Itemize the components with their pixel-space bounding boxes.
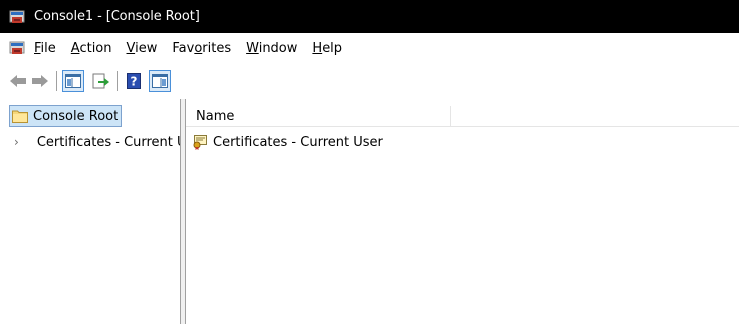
- mmc-console-icon: [9, 10, 25, 23]
- mmc-console-icon[interactable]: [9, 40, 25, 56]
- certificates-snapin-icon: [193, 135, 207, 150]
- export-list-button[interactable]: [90, 70, 112, 92]
- list-item[interactable]: Certificates - Current User: [192, 133, 383, 151]
- menu-favorites[interactable]: Favorites: [169, 41, 234, 56]
- title-bar[interactable]: Console1 - [Console Root]: [0, 0, 739, 33]
- toolbar-separator: [117, 70, 118, 91]
- show-hide-action-pane-button[interactable]: [149, 69, 171, 92]
- column-header-name[interactable]: Name: [186, 106, 451, 126]
- tree-item-label: Certificates - Current User: [36, 134, 180, 150]
- main-area: Console Root › Certificates - Current Us…: [0, 99, 739, 324]
- help-button[interactable]: ?: [123, 70, 145, 92]
- back-button[interactable]: [7, 70, 29, 92]
- mmc-window: Console1 - [Console Root] File Action Vi…: [0, 0, 739, 324]
- toolbar-separator: [56, 70, 57, 91]
- toolbar: ?: [0, 63, 739, 98]
- show-hide-console-tree-icon: [65, 73, 81, 88]
- menu-view[interactable]: View: [124, 41, 161, 56]
- chevron-right-icon[interactable]: ›: [14, 135, 19, 149]
- tree-item-label: Console Root: [33, 108, 119, 124]
- help-icon: ?: [127, 72, 141, 89]
- forward-arrow-icon: [32, 74, 48, 87]
- back-arrow-icon: [10, 74, 26, 87]
- menu-help[interactable]: Help: [309, 41, 345, 56]
- tree-item-console-root[interactable]: Console Root: [9, 105, 123, 127]
- forward-button[interactable]: [29, 70, 51, 92]
- show-hide-action-pane-icon: [152, 73, 168, 88]
- details-list-pane: Name Certificates - Current User: [186, 99, 739, 324]
- window-title: Console1 - [Console Root]: [34, 9, 200, 24]
- console-tree-pane: Console Root › Certificates - Current Us…: [0, 99, 180, 324]
- export-list-icon: [92, 73, 109, 88]
- menu-window[interactable]: Window: [243, 41, 300, 56]
- show-hide-console-tree-button[interactable]: [62, 69, 84, 92]
- menu-bar: File Action View Favorites Window Help: [0, 33, 739, 63]
- menu-file[interactable]: File: [31, 41, 59, 56]
- menu-action[interactable]: Action: [68, 41, 115, 56]
- list-column-header: Name: [186, 106, 739, 127]
- svg-text:?: ?: [131, 74, 138, 88]
- list-item-label: Certificates - Current User: [213, 134, 383, 150]
- folder-icon: [12, 110, 28, 123]
- tree-item-certificates-current-user[interactable]: › Certificates - Current User: [14, 133, 180, 151]
